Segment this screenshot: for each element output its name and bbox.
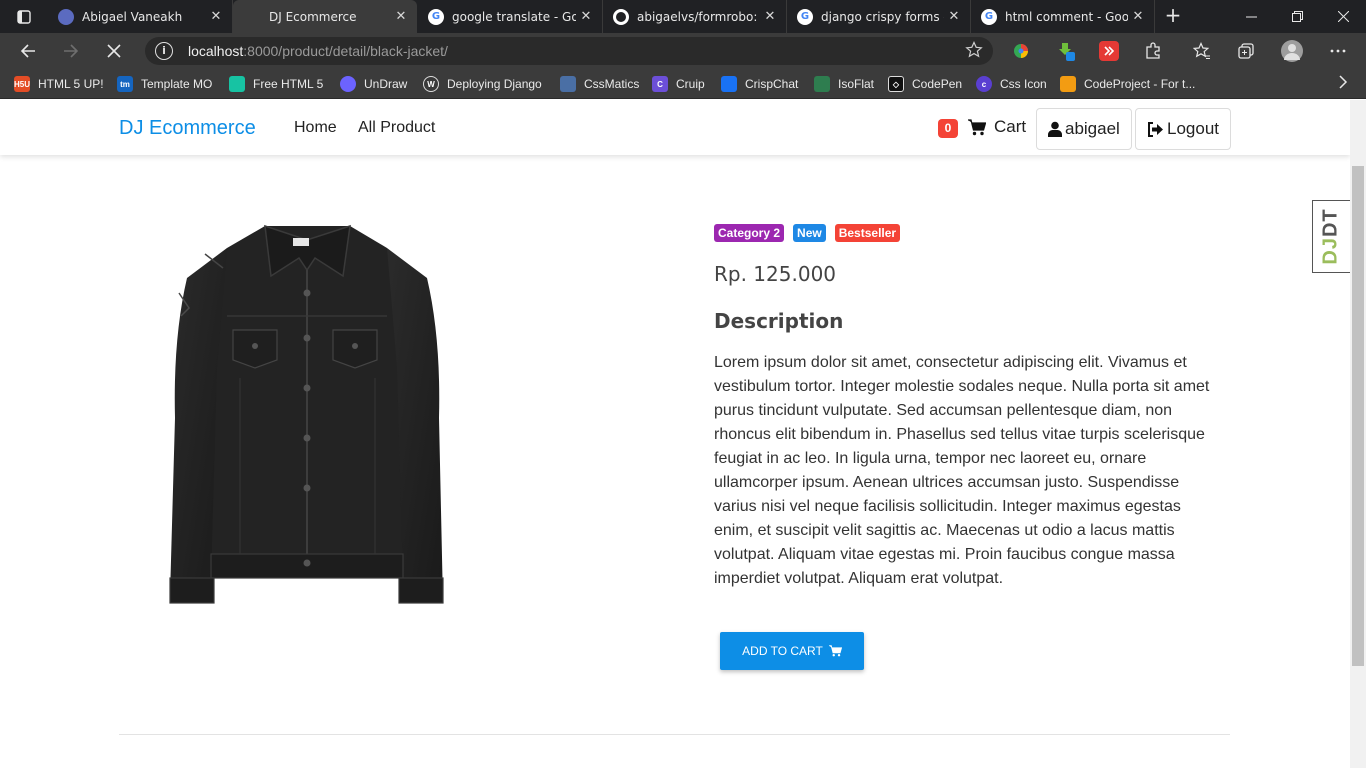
codepen-icon: ◇ xyxy=(888,76,904,92)
logout-button[interactable]: Logout xyxy=(1135,108,1231,150)
bookmark-html5up[interactable]: H5U HTML 5 UP! xyxy=(14,75,104,93)
cssicon-icon: c xyxy=(976,76,992,92)
bookmark-crispchat[interactable]: CrispChat xyxy=(721,75,798,93)
site-navbar: DJ Ecommerce Home All Product 0 Cart abi… xyxy=(0,100,1350,155)
badge-category: Category 2 xyxy=(714,224,785,242)
nav-home-link[interactable]: Home xyxy=(294,119,337,137)
close-tab-icon[interactable]: ✕ xyxy=(391,9,411,24)
html5up-icon: H5U xyxy=(14,76,30,92)
tab-html-comment[interactable]: G html comment - Goog ✕ xyxy=(971,0,1155,33)
site-brand[interactable]: DJ Ecommerce xyxy=(119,117,256,140)
colorful-extension-icon[interactable] xyxy=(1011,41,1031,61)
bookmark-codepen[interactable]: ◇ CodePen xyxy=(888,75,962,93)
bookmarks-bar: H5U HTML 5 UP! tm Template MO Free HTML 5 … xyxy=(0,69,1366,99)
cruip-icon: C xyxy=(652,76,668,92)
bookmark-isoflat[interactable]: IsoFlat xyxy=(814,75,874,93)
close-tab-icon[interactable]: ✕ xyxy=(206,9,226,24)
tab-django-crispy-forms[interactable]: G django crispy forms - ✕ xyxy=(787,0,971,33)
url-text: localhost:8000/product/detail/black-jack… xyxy=(188,43,448,59)
address-bar[interactable]: i localhost:8000/product/detail/black-ja… xyxy=(145,37,993,65)
scrollbar-thumb[interactable] xyxy=(1352,166,1364,666)
profile-avatar-icon[interactable] xyxy=(1281,40,1303,62)
product-price: Rp. 125.000 xyxy=(714,262,837,286)
avatar-favicon-icon xyxy=(58,8,74,25)
forward-arrow-icon[interactable] xyxy=(55,37,87,65)
cart-count-badge: 0 xyxy=(938,119,958,138)
badge-new: New xyxy=(793,224,826,242)
cart-link[interactable]: Cart xyxy=(968,117,1026,137)
page-scrollbar[interactable] xyxy=(1350,100,1366,768)
django-debug-toolbar-handle[interactable]: DJDT xyxy=(1312,200,1350,273)
more-menu-icon[interactable] xyxy=(1328,41,1348,61)
wordpress-icon: W xyxy=(423,76,439,92)
new-tab-button[interactable]: + xyxy=(1160,4,1186,28)
bookmark-cruip[interactable]: C Cruip xyxy=(652,75,705,93)
add-to-cart-button[interactable]: ADD TO CART xyxy=(720,632,864,670)
favorite-star-icon[interactable] xyxy=(965,41,983,63)
tab-abigael-vaneakh[interactable]: Abigael Vaneakh ✕ xyxy=(48,0,233,33)
undraw-icon xyxy=(340,76,356,92)
user-profile-button[interactable]: abigael xyxy=(1036,108,1132,150)
nav-all-product-link[interactable]: All Product xyxy=(358,119,435,137)
favorites-icon[interactable] xyxy=(1192,41,1212,61)
page-viewport: DJ Ecommerce Home All Product 0 Cart abi… xyxy=(0,100,1350,768)
red-extension-icon[interactable] xyxy=(1099,41,1119,61)
tab-actions-icon[interactable] xyxy=(8,6,40,28)
restore-window-icon[interactable] xyxy=(1274,0,1320,33)
site-info-icon[interactable]: i xyxy=(155,42,173,60)
bookmark-cssmatics[interactable]: CssMatics xyxy=(560,75,639,93)
bookmark-freehtml5[interactable]: Free HTML 5 xyxy=(229,75,323,93)
google-favicon-icon: G xyxy=(981,8,997,25)
extensions-puzzle-icon[interactable] xyxy=(1143,41,1163,61)
product-image-black-jacket xyxy=(169,224,444,604)
sign-out-icon xyxy=(1147,121,1164,137)
bookmark-deploying-django[interactable]: W Deploying Django xyxy=(423,75,542,93)
crispchat-icon xyxy=(721,76,737,92)
templatemo-icon: tm xyxy=(117,76,133,92)
shopping-cart-icon xyxy=(968,118,986,136)
product-description: Lorem ipsum dolor sit amet, consectetur … xyxy=(714,354,1210,587)
close-tab-icon[interactable]: ✕ xyxy=(760,9,780,24)
download-extension-icon[interactable] xyxy=(1056,41,1076,61)
codeproject-icon xyxy=(1060,76,1076,92)
bookmark-undraw[interactable]: UnDraw xyxy=(340,75,407,93)
browser-toolbar: i localhost:8000/product/detail/black-ja… xyxy=(0,33,1366,69)
tab-dj-ecommerce[interactable]: DJ Ecommerce ✕ xyxy=(233,0,417,33)
close-tab-icon[interactable]: ✕ xyxy=(1128,9,1148,24)
google-favicon-icon: G xyxy=(797,8,813,25)
collections-icon[interactable] xyxy=(1236,41,1256,61)
github-favicon-icon xyxy=(613,8,629,25)
browser-tab-bar: Abigael Vaneakh ✕ DJ Ecommerce ✕ G googl… xyxy=(0,0,1366,33)
description-heading: Description xyxy=(714,309,844,333)
minimize-window-icon[interactable] xyxy=(1228,0,1274,33)
shopping-cart-icon xyxy=(828,645,842,657)
badge-bestseller: Bestseller xyxy=(834,224,901,242)
google-favicon-icon: G xyxy=(428,8,444,25)
close-tab-icon[interactable]: ✕ xyxy=(944,9,964,24)
bookmark-templatemo[interactable]: tm Template MO xyxy=(117,75,212,93)
tab-github-formrobo[interactable]: abigaelvs/formrobo: A ✕ xyxy=(603,0,787,33)
stop-loading-icon[interactable] xyxy=(98,37,130,65)
close-window-icon[interactable] xyxy=(1320,0,1366,33)
user-icon xyxy=(1048,121,1062,137)
bookmark-cssicon[interactable]: c Css Icon xyxy=(976,75,1047,93)
bookmarks-overflow-chevron-icon[interactable] xyxy=(1338,74,1348,93)
section-divider xyxy=(119,734,1230,735)
freehtml5-icon xyxy=(229,76,245,92)
cssmatics-icon xyxy=(560,76,576,92)
isoflat-icon xyxy=(814,76,830,92)
tab-google-translate[interactable]: G google translate - Goo ✕ xyxy=(418,0,603,33)
product-badges: Category 2 New Bestseller xyxy=(714,224,901,242)
bookmark-codeproject[interactable]: CodeProject - For t... xyxy=(1060,75,1195,93)
back-arrow-icon[interactable] xyxy=(12,37,44,65)
close-tab-icon[interactable]: ✕ xyxy=(576,9,596,24)
